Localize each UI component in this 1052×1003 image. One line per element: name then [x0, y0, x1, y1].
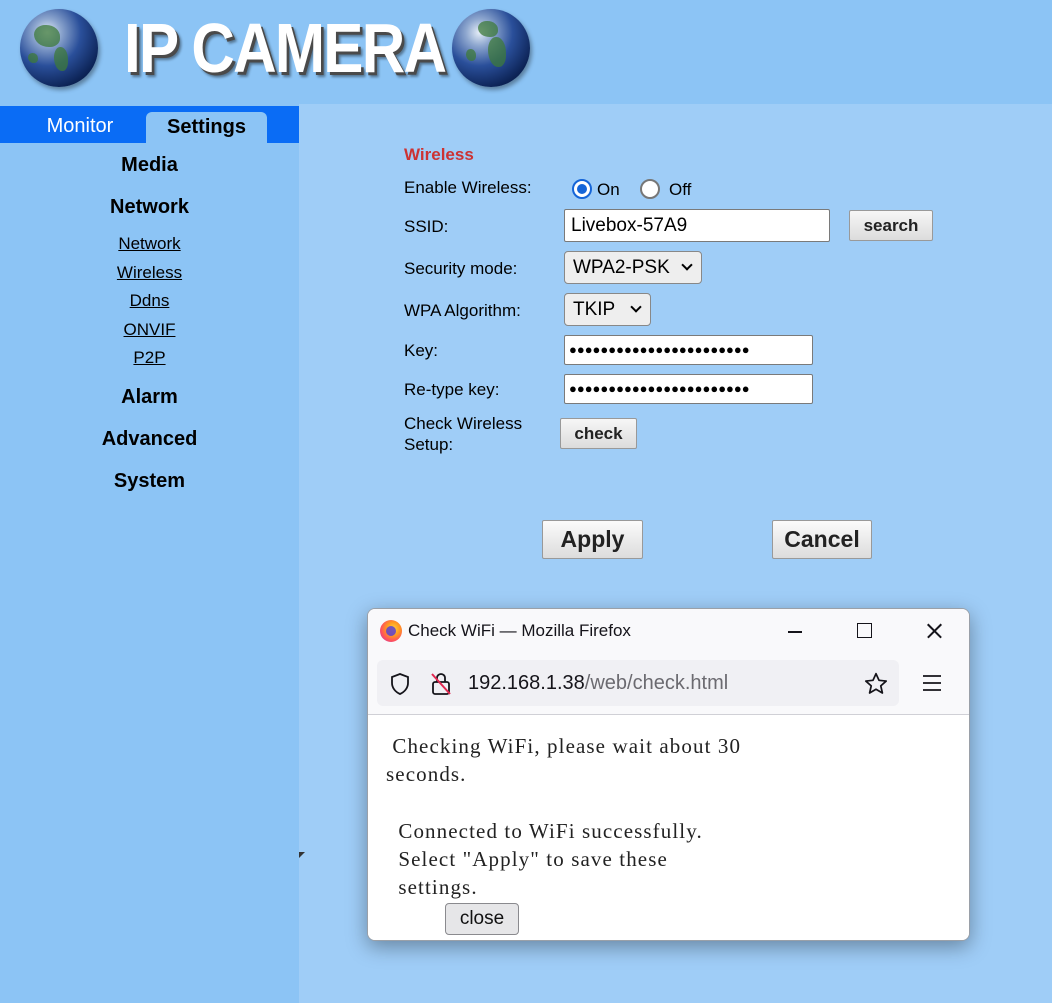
- apply-button[interactable]: Apply: [542, 520, 643, 559]
- popup-content: Checking WiFi, please wait about 30 seco…: [368, 714, 969, 940]
- radio-on[interactable]: [572, 179, 592, 199]
- tab-monitor[interactable]: Monitor: [10, 106, 150, 143]
- menu-system[interactable]: System: [0, 470, 299, 493]
- minimize-button[interactable]: [781, 617, 809, 645]
- shield-icon[interactable]: [388, 672, 412, 696]
- sidebar-item-network[interactable]: Network: [0, 234, 299, 254]
- menu-alarm[interactable]: Alarm: [0, 386, 299, 409]
- globe-icon: [452, 9, 530, 87]
- key-input[interactable]: ●●●●●●●●●●●●●●●●●●●●●●●: [564, 335, 813, 365]
- wpa-algorithm-label: WPA Algorithm:: [404, 301, 521, 320]
- tab-settings[interactable]: Settings: [146, 112, 267, 143]
- header-banner: IP CAMERA: [0, 0, 1052, 104]
- window-title: Check WiFi — Mozilla Firefox: [408, 621, 631, 640]
- chevron-down-icon: [681, 259, 693, 271]
- sidebar-item-wireless[interactable]: Wireless: [0, 263, 299, 283]
- security-mode-select[interactable]: WPA2-PSK: [564, 251, 702, 284]
- sidebar-item-ddns[interactable]: Ddns: [0, 291, 299, 311]
- section-title: Wireless: [404, 145, 474, 164]
- chevron-down-icon: [630, 301, 642, 313]
- tab-bar: Monitor Settings: [0, 106, 299, 143]
- status-line-2: seconds.: [386, 762, 467, 786]
- maximize-button[interactable]: [850, 617, 878, 645]
- window-close-button[interactable]: [920, 617, 948, 645]
- enable-wireless-label: Enable Wireless:: [404, 178, 532, 197]
- globe-icon: [20, 9, 98, 87]
- close-button[interactable]: close: [445, 903, 519, 935]
- status-line-1: Checking WiFi, please wait about 30: [386, 734, 742, 758]
- firefox-icon: [380, 620, 402, 642]
- brand-logo-text: IP CAMERA: [124, 9, 447, 87]
- retype-key-label: Re-type key:: [404, 380, 500, 399]
- retype-key-input[interactable]: ●●●●●●●●●●●●●●●●●●●●●●●: [564, 374, 813, 404]
- insecure-lock-icon[interactable]: [429, 671, 453, 697]
- status-line-4: Select "Apply" to save these: [392, 847, 668, 871]
- check-wireless-label-2: Setup:: [404, 435, 454, 454]
- radio-on-label: On: [597, 180, 620, 199]
- check-button[interactable]: check: [560, 418, 637, 449]
- security-mode-value: WPA2-PSK: [573, 257, 670, 278]
- check-wireless-label: Check Wireless: [404, 414, 523, 433]
- sidebar: Monitor Settings Media Network Network W…: [0, 104, 299, 1003]
- status-line-5: settings.: [392, 875, 478, 899]
- wpa-algorithm-select[interactable]: TKIP: [564, 293, 651, 326]
- status-line-3: Connected to WiFi successfully.: [392, 819, 703, 843]
- menu-advanced[interactable]: Advanced: [0, 428, 299, 451]
- menu-media[interactable]: Media: [0, 154, 299, 177]
- url-text[interactable]: 192.168.1.38/web/check.html: [468, 672, 728, 695]
- security-mode-label: Security mode:: [404, 259, 518, 278]
- sidebar-item-onvif[interactable]: ONVIF: [0, 320, 299, 340]
- check-wifi-popup-window: Check WiFi — Mozilla Firefox 192.168.1.3…: [367, 608, 970, 941]
- search-button[interactable]: search: [849, 210, 933, 241]
- mouse-cursor-icon: [299, 852, 305, 858]
- window-titlebar[interactable]: Check WiFi — Mozilla Firefox: [368, 609, 969, 653]
- ssid-input[interactable]: Livebox-57A9: [564, 209, 830, 242]
- hamburger-menu-icon[interactable]: [921, 673, 943, 693]
- cancel-button[interactable]: Cancel: [772, 520, 872, 559]
- key-label: Key:: [404, 341, 439, 360]
- menu-network[interactable]: Network: [0, 196, 299, 219]
- radio-off[interactable]: [640, 179, 660, 199]
- url-host: 192.168.1.38: [468, 672, 585, 694]
- url-bar[interactable]: 192.168.1.38/web/check.html: [377, 660, 899, 706]
- radio-off-label: Off: [669, 180, 692, 199]
- bookmark-star-icon[interactable]: [863, 671, 889, 697]
- wpa-algorithm-value: TKIP: [573, 299, 616, 320]
- sidebar-item-p2p[interactable]: P2P: [0, 348, 299, 368]
- ssid-label: SSID:: [404, 217, 449, 236]
- url-path: /web/check.html: [584, 672, 729, 694]
